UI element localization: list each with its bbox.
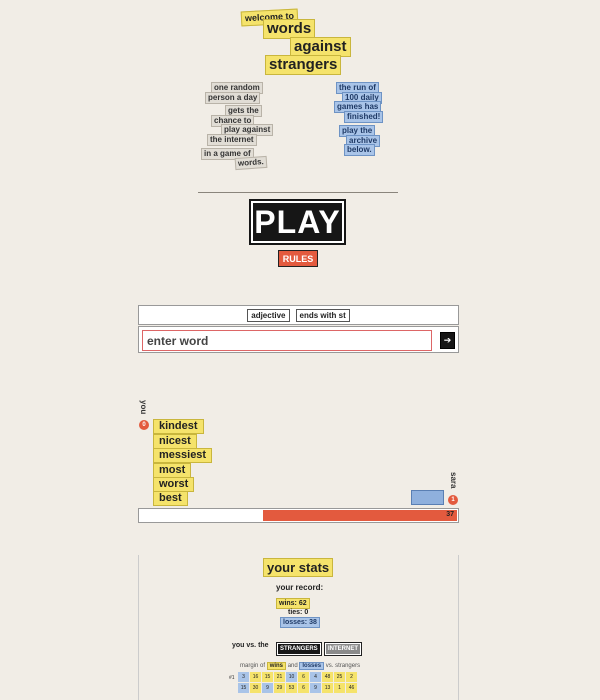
score-total: 37 — [446, 511, 454, 518]
margin-cell[interactable]: 10 — [286, 672, 297, 682]
opponent-label: sara — [449, 472, 458, 489]
title-words: words — [263, 19, 316, 39]
margin-text: margin of — [240, 663, 266, 669]
play-button[interactable]: PLAY — [249, 199, 346, 245]
played-word: best — [153, 491, 188, 506]
prompt-ends-with: ends with st — [295, 308, 350, 322]
you-score-badge: 0 — [139, 420, 149, 430]
ties-stat: ties: 0 — [288, 609, 309, 616]
record-label: your record: — [276, 583, 324, 592]
margin-cell[interactable]: 46 — [346, 683, 357, 693]
margin-cell[interactable]: 25 — [334, 672, 345, 682]
margin-cell[interactable]: 9 — [262, 683, 273, 693]
margin-cell[interactable]: 48 — [322, 672, 333, 682]
margin-cell[interactable]: 6 — [298, 672, 309, 682]
margin-cell[interactable]: 30 — [250, 683, 261, 693]
margin-cell[interactable]: 53 — [286, 683, 297, 693]
margin-cell[interactable]: 9 — [310, 683, 321, 693]
played-word: nicest — [153, 434, 197, 449]
margin-cell[interactable]: 15 — [262, 672, 273, 682]
grid-row-label: #1 — [229, 675, 235, 681]
margin-cell[interactable]: 1 — [334, 683, 345, 693]
played-word: most — [153, 463, 192, 478]
intro-left-line: the internet — [207, 134, 257, 146]
opponent-score-badge: 1 — [448, 495, 458, 505]
margin-cell[interactable]: 15 — [238, 683, 249, 693]
prompt-part-of-speech: adjective — [247, 308, 290, 322]
margin-losses-tag: losses — [299, 662, 325, 670]
vs-label: you vs. the — [232, 642, 269, 649]
header-divider — [198, 192, 398, 193]
opponent-word-block — [411, 490, 444, 505]
word-input[interactable] — [142, 330, 432, 351]
margin-legend: margin of wins and losses vs. strangers — [240, 662, 360, 670]
word-entry-row: ➔ — [138, 326, 459, 353]
played-word: messiest — [153, 448, 213, 463]
you-label: you — [139, 400, 148, 415]
margin-text: and — [287, 663, 298, 669]
strangers-toggle[interactable]: STRANGERS — [276, 642, 322, 656]
score-fill — [263, 510, 457, 521]
losses-stat: losses: 38 — [280, 617, 320, 628]
submit-word-button[interactable]: ➔ — [440, 332, 455, 349]
margin-cell[interactable]: 13 — [322, 683, 333, 693]
margin-cell[interactable]: 16 — [250, 672, 261, 682]
intro-right-line: finished! — [344, 111, 384, 123]
margin-text: vs. strangers — [325, 663, 361, 669]
stats-title: your stats — [263, 558, 334, 577]
intro-left-line: person a day — [205, 92, 261, 104]
score-bar: 37 — [138, 508, 459, 523]
rules-button[interactable]: RULES — [278, 250, 318, 267]
margin-cell[interactable]: 3 — [238, 672, 249, 682]
margin-cell[interactable]: 21 — [274, 672, 285, 682]
margin-grid: 3 16 15 21 10 6 4 48 25 2 15 30 9 29 53 6 9 13 1 46 — [238, 672, 357, 693]
margin-cell[interactable]: 29 — [274, 683, 285, 693]
arrow-right-icon: ➔ — [443, 335, 452, 345]
played-word: worst — [153, 477, 195, 492]
title-against: against — [290, 37, 351, 57]
intro-left-line: words. — [234, 155, 268, 171]
intro-right-line[interactable]: below. — [344, 144, 375, 156]
word-prompt: adjective ends with st — [138, 305, 459, 325]
played-word: kindest — [153, 419, 204, 434]
title-strangers: strangers — [265, 55, 342, 75]
margin-cell[interactable]: 2 — [346, 672, 357, 682]
margin-cell[interactable]: 6 — [298, 683, 309, 693]
margin-wins-tag: wins — [266, 662, 287, 670]
margin-cell[interactable]: 4 — [310, 672, 321, 682]
internet-toggle[interactable]: INTERNET — [324, 642, 362, 656]
